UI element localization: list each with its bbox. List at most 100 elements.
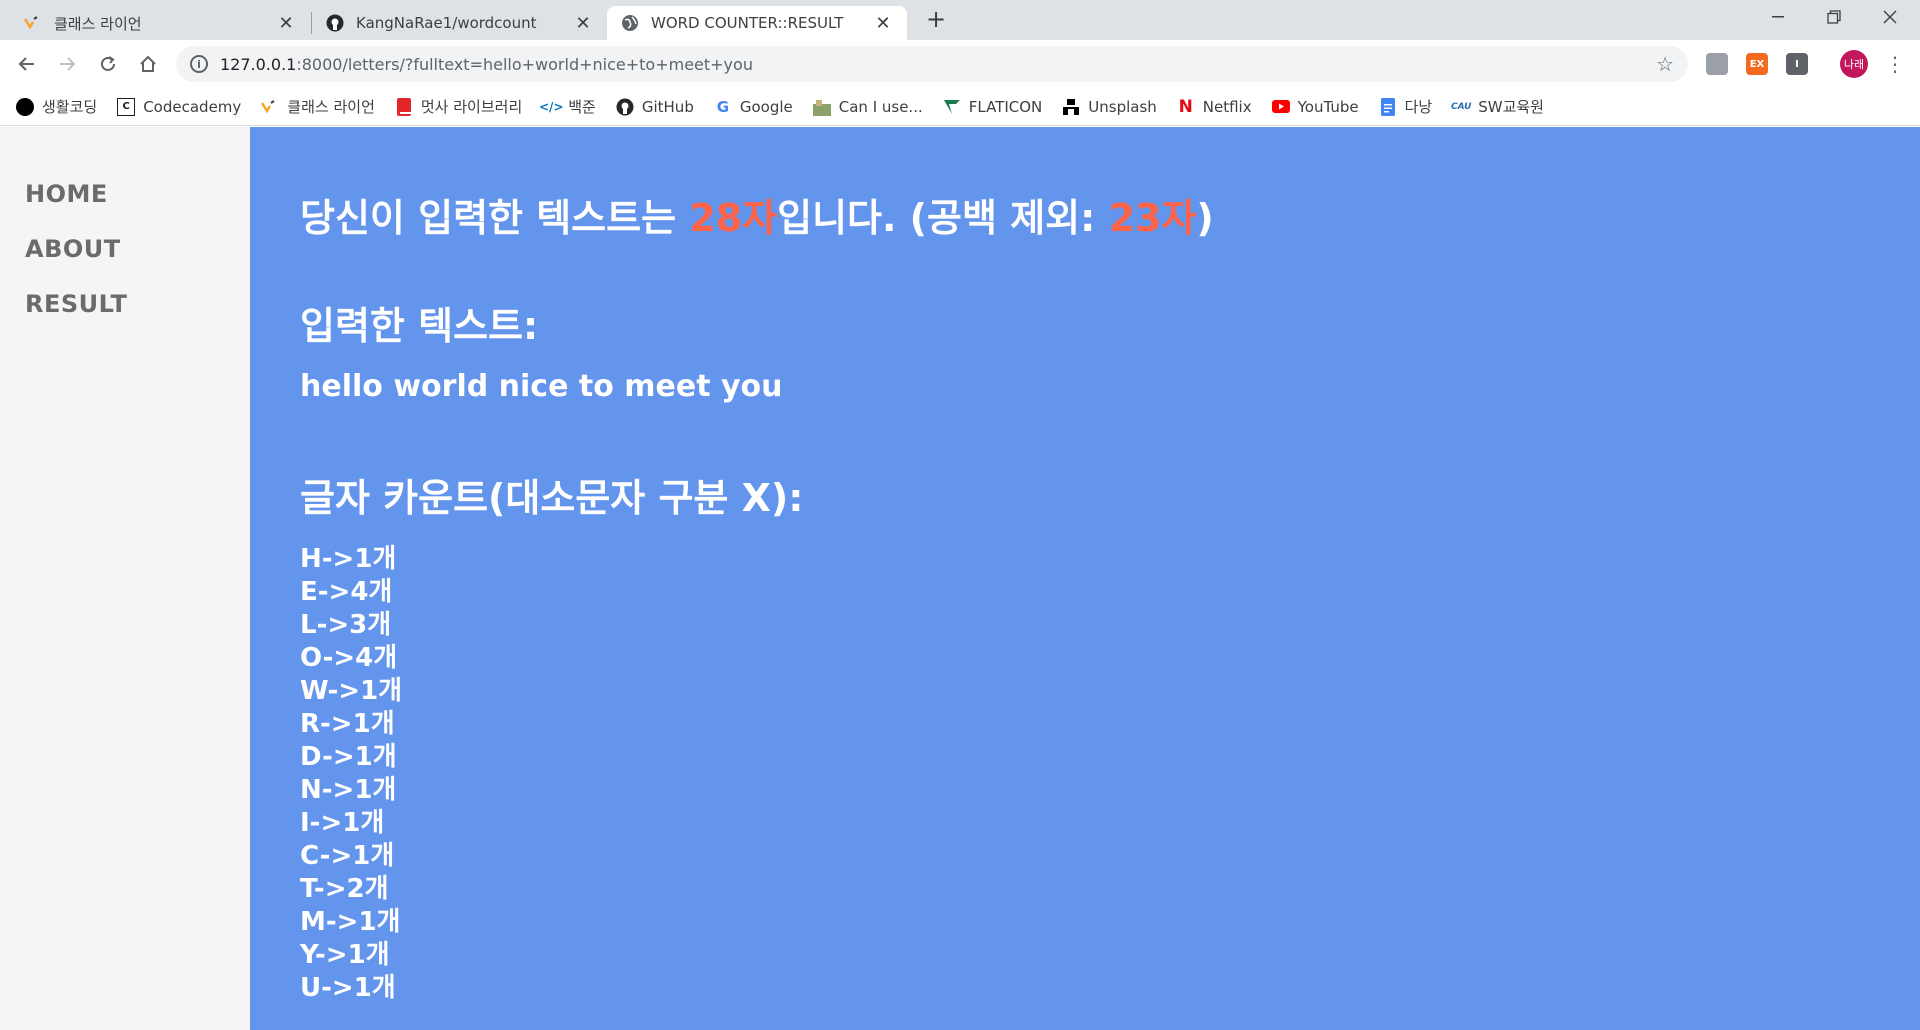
bookmarks-bar: 생활코딩 C Codecademy 클래스 라이언 멋사 라이브러리 </> 백준 … xyxy=(0,88,1920,126)
browser-toolbar: i 127.0.0.1:8000/letters/?fulltext=hello… xyxy=(0,40,1920,88)
youtube-icon xyxy=(1271,98,1290,116)
bookmark-label: Google xyxy=(739,97,793,116)
page-content: HOME ABOUT RESULT 당신이 입력한 텍스트는 28자입니다. (… xyxy=(0,127,1920,1030)
extension-ex-icon[interactable]: EX xyxy=(1746,53,1768,75)
address-bar[interactable]: i 127.0.0.1:8000/letters/?fulltext=hello… xyxy=(176,46,1688,82)
bookmark-label: 멋사 라이브러리 xyxy=(420,98,523,116)
caniuse-icon xyxy=(812,98,831,116)
bookmark-item[interactable]: </> 백준 xyxy=(539,96,596,117)
bookmark-label: Can I use... xyxy=(838,97,923,116)
nav-result-link[interactable]: RESULT xyxy=(0,277,250,332)
reload-icon xyxy=(101,56,115,71)
bookmark-label: Netflix xyxy=(1202,97,1252,116)
tab-strip: 클래스 라이언 ✕ KangNaRae1/wordcount ✕ WORD CO… xyxy=(0,0,1920,40)
extension-cast-icon[interactable] xyxy=(1706,53,1728,75)
nospace-count: 23자 xyxy=(1108,196,1197,240)
github-icon xyxy=(326,14,344,32)
swedu-icon: CAU xyxy=(1450,101,1472,112)
bookmark-item[interactable]: YouTube xyxy=(1271,97,1359,116)
back-button[interactable] xyxy=(13,50,41,78)
letter-count-item: D->1개 xyxy=(300,742,397,772)
nav-about-link[interactable]: ABOUT xyxy=(0,222,250,277)
bookmark-item[interactable]: 멋사 라이브러리 xyxy=(395,96,522,117)
total-count: 28자 xyxy=(689,196,778,240)
bookmark-item[interactable]: CAU SW교육원 xyxy=(1450,96,1544,117)
codecademy-icon: C xyxy=(117,97,136,116)
bookmark-item[interactable]: N Netflix xyxy=(1177,96,1252,117)
home-icon xyxy=(140,55,156,72)
letter-count-item: E->4개 xyxy=(300,577,393,607)
kebab-menu-icon[interactable]: ⋮ xyxy=(1885,50,1905,78)
result-headline: 당신이 입력한 텍스트는 28자입니다. (공백 제외: 23자) xyxy=(300,187,1214,242)
extension-info-icon[interactable]: I xyxy=(1786,53,1808,75)
nav-home-link[interactable]: HOME xyxy=(0,167,250,222)
arrow-right-icon xyxy=(60,57,76,71)
url-host: 127.0.0.1 xyxy=(220,54,297,74)
letter-count-list: H->1개 E->4개 L->3개 O->4개 W->1개 R->1개 D->1… xyxy=(300,543,402,1005)
letter-count-item: U->1개 xyxy=(300,973,396,1003)
unsplash-icon xyxy=(1062,98,1080,116)
classlion-icon xyxy=(261,98,279,116)
netflix-icon: N xyxy=(1178,96,1193,117)
tab-title: WORD COUNTER::RESULT xyxy=(651,14,844,32)
bookmark-label: YouTube xyxy=(1297,97,1359,116)
circle-icon xyxy=(16,97,34,116)
info-icon[interactable]: i xyxy=(190,55,208,73)
headline-suffix: ) xyxy=(1196,196,1214,240)
letter-count-item: T->2개 xyxy=(300,874,389,904)
code-icon: </> xyxy=(539,99,564,114)
window-close-icon[interactable] xyxy=(1862,0,1918,34)
tab-word-counter-result[interactable]: WORD COUNTER::RESULT ✕ xyxy=(607,6,907,40)
bookmark-item[interactable]: 다낭 xyxy=(1379,96,1433,117)
bookmark-star-icon[interactable]: ☆ xyxy=(1656,52,1674,76)
headline-prefix: 당신이 입력한 텍스트는 xyxy=(300,196,690,240)
tab-title: KangNaRae1/wordcount xyxy=(356,14,537,32)
bookmark-item[interactable]: Can I use... xyxy=(812,97,923,116)
bookmark-item[interactable]: Unsplash xyxy=(1062,98,1157,116)
url-text[interactable]: 127.0.0.1:8000/letters/?fulltext=hello+w… xyxy=(220,55,1656,74)
result-panel: 당신이 입력한 텍스트는 28자입니다. (공백 제외: 23자) 입력한 텍스… xyxy=(250,127,1920,1030)
bookmark-label: 다낭 xyxy=(1404,98,1433,116)
close-icon[interactable]: ✕ xyxy=(873,13,893,34)
bookmark-label: FLATICON xyxy=(968,97,1043,116)
input-text-label: 입력한 텍스트: xyxy=(300,304,539,348)
flaticon-icon xyxy=(943,98,961,116)
home-button[interactable] xyxy=(134,50,162,78)
bookmark-item[interactable]: G Google xyxy=(714,98,793,116)
bookmark-item[interactable]: GitHub xyxy=(616,98,694,116)
letter-count-label: 글자 카운트(대소문자 구분 X): xyxy=(300,476,804,520)
bookmark-item[interactable]: FLATICON xyxy=(943,97,1043,116)
sidebar-nav: HOME ABOUT RESULT xyxy=(0,127,250,1030)
letter-count-item: H->1개 xyxy=(300,544,397,574)
letter-count-item: W->1개 xyxy=(300,676,403,706)
classlion-icon xyxy=(24,14,42,32)
bookmark-label: SW교육원 xyxy=(1478,98,1544,116)
tab-github[interactable]: KangNaRae1/wordcount ✕ xyxy=(312,6,607,40)
url-path: :8000/letters/?fulltext=hello+world+nice… xyxy=(296,54,753,74)
bookmark-label: 백준 xyxy=(568,98,596,116)
letter-count-item: R->1개 xyxy=(300,709,395,739)
new-tab-button[interactable]: + xyxy=(922,6,950,34)
input-text: hello world nice to meet you xyxy=(300,369,783,404)
reload-button[interactable] xyxy=(94,50,122,78)
restore-icon[interactable] xyxy=(1806,0,1862,34)
tab-classlion[interactable]: 클래스 라이언 ✕ xyxy=(10,6,310,40)
google-icon: G xyxy=(716,97,729,116)
bookmark-item[interactable]: C Codecademy xyxy=(117,97,242,116)
close-icon[interactable]: ✕ xyxy=(276,13,296,34)
bookmark-item[interactable]: 생활코딩 xyxy=(16,96,97,117)
bookmark-label: Codecademy xyxy=(143,97,242,116)
bookmark-label: GitHub xyxy=(641,97,694,116)
minimize-icon[interactable] xyxy=(1750,0,1806,34)
arrow-left-icon xyxy=(18,57,34,71)
forward-button[interactable] xyxy=(53,50,81,78)
profile-avatar[interactable]: 나래 xyxy=(1840,50,1868,78)
doc-icon xyxy=(1379,97,1397,116)
letter-count-item: Y->1개 xyxy=(300,940,390,970)
close-icon[interactable]: ✕ xyxy=(573,13,593,34)
github-icon xyxy=(616,98,634,116)
tab-title: 클래스 라이언 xyxy=(54,14,142,33)
bookmark-label: 생활코딩 xyxy=(42,98,98,116)
bookmark-item[interactable]: 클래스 라이언 xyxy=(261,96,375,117)
letter-count-item: N->1개 xyxy=(300,775,397,805)
